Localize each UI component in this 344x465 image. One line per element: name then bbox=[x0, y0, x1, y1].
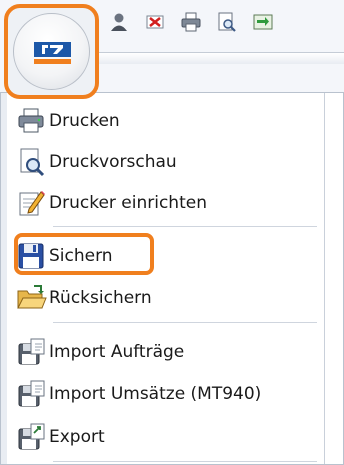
app-button-highlight bbox=[4, 4, 99, 99]
menu-item-drucken[interactable]: Drucken bbox=[9, 103, 317, 139]
import-icon bbox=[18, 338, 45, 365]
print-preview-icon[interactable] bbox=[216, 11, 238, 33]
print-preview-icon bbox=[20, 148, 45, 177]
export-icon bbox=[18, 423, 45, 450]
print-icon[interactable] bbox=[180, 11, 202, 33]
menu-item-import-auftraege[interactable]: Import Aufträge bbox=[9, 334, 317, 370]
menu-item-export[interactable]: Export bbox=[9, 419, 317, 455]
delete-icon[interactable] bbox=[144, 11, 166, 33]
menu-item-label: Import Aufträge bbox=[49, 342, 185, 362]
app-menu-dropdown: Drucken Druckvorschau Drucker einrichten… bbox=[0, 92, 344, 465]
menu-item-label: Rücksichern bbox=[49, 288, 152, 308]
menu-divider bbox=[324, 93, 325, 464]
menu-item-label: Drucken bbox=[49, 111, 120, 131]
volksbank-logo-icon bbox=[34, 42, 71, 64]
menu-item-ruecksichern[interactable]: Rücksichern bbox=[9, 280, 317, 316]
menu-item-import-umsaetze[interactable]: Import Umsätze (MT940) bbox=[9, 376, 317, 412]
open-folder-icon bbox=[17, 285, 47, 309]
menu-separator bbox=[53, 461, 317, 462]
printer-setup-icon bbox=[19, 191, 45, 216]
menu-item-druckvorschau[interactable]: Druckvorschau bbox=[9, 144, 317, 180]
app-menu-button[interactable] bbox=[13, 13, 90, 90]
menu-item-label: Druckvorschau bbox=[49, 152, 177, 172]
menu-item-label: Export bbox=[49, 427, 105, 447]
menu-item-drucker-einrichten[interactable]: Drucker einrichten bbox=[9, 185, 317, 221]
menu-separator bbox=[53, 322, 317, 323]
menu-separator bbox=[53, 226, 317, 227]
menu-item-label: Drucker einrichten bbox=[49, 193, 207, 213]
ribbon-bar bbox=[98, 52, 344, 64]
sichern-highlight bbox=[14, 233, 154, 275]
menu-item-label: Import Umsätze (MT940) bbox=[49, 384, 262, 404]
import-icon bbox=[18, 380, 45, 407]
quick-access-toolbar bbox=[102, 4, 342, 40]
transfer-icon[interactable] bbox=[252, 11, 274, 33]
printer-icon bbox=[18, 108, 44, 133]
user-icon[interactable] bbox=[108, 11, 130, 33]
menu-icon-gutter bbox=[1, 93, 7, 464]
